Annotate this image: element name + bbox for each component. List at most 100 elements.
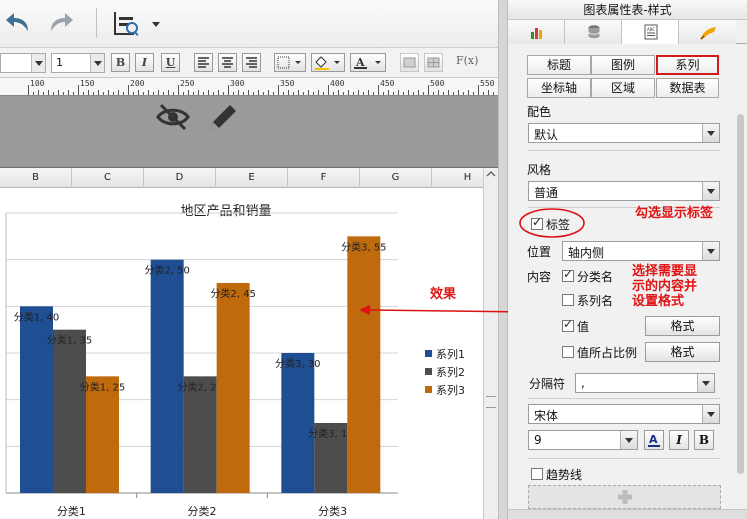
column-header-g[interactable]: G	[360, 168, 432, 188]
panel-scroll-thumb[interactable]	[737, 114, 744, 474]
undo-icon[interactable]	[4, 9, 34, 37]
font-color-button[interactable]: A	[644, 430, 664, 450]
ruler-tick	[323, 92, 324, 95]
trendline-add-area[interactable]	[528, 485, 721, 509]
ruler-tick	[453, 92, 454, 95]
tab-effects[interactable]	[679, 20, 736, 44]
tab-series[interactable]: 系列	[656, 55, 719, 75]
legend-entry: 系列2	[436, 365, 465, 379]
style-value: 普通	[534, 186, 559, 200]
value-format-button[interactable]: 格式	[645, 316, 720, 336]
style-select[interactable]: 普通	[528, 181, 720, 201]
italic-button[interactable]: I	[135, 53, 154, 72]
color-scheme-select[interactable]: 默认	[528, 123, 720, 143]
font-size-select[interactable]: 9	[528, 430, 638, 450]
eye-off-icon[interactable]	[155, 100, 191, 134]
ruler-tick	[103, 92, 104, 95]
tab-data[interactable]	[565, 20, 622, 44]
icon-tabs: ABC	[508, 20, 747, 44]
align-left-button[interactable]	[194, 53, 213, 72]
ruler-tick	[253, 92, 254, 95]
panel-splitter[interactable]	[498, 0, 508, 519]
ruler-tick	[398, 90, 399, 95]
series-name-checkbox[interactable]	[562, 294, 574, 306]
panel-scrollbar[interactable]	[733, 100, 747, 519]
column-header-e[interactable]: E	[216, 168, 288, 188]
tab-title[interactable]: 标题	[527, 55, 591, 75]
chevron-down-icon	[702, 124, 719, 142]
tab-legend[interactable]: 图例	[591, 55, 655, 75]
ruler-tick	[478, 85, 479, 95]
font-name-combo[interactable]	[0, 53, 46, 73]
ruler-tick	[183, 92, 184, 95]
data-label: 分类1, 25	[80, 380, 125, 393]
align-right-button[interactable]	[242, 53, 261, 72]
chart-preview-icon[interactable]	[110, 9, 162, 39]
column-header-d[interactable]: D	[144, 168, 216, 188]
merge-cells-button[interactable]	[400, 53, 419, 72]
separator-value: ,	[581, 376, 585, 390]
bar-chart-icon	[531, 28, 542, 39]
split-cells-button[interactable]	[424, 53, 443, 72]
align-center-button[interactable]	[218, 53, 237, 72]
brush-icon	[700, 27, 716, 40]
bar-系列1-分类3	[281, 353, 315, 493]
tab-area[interactable]: 区域	[591, 78, 655, 98]
ruler-tick	[28, 85, 29, 95]
ruler-tick	[158, 90, 159, 95]
ruler-tick	[213, 92, 214, 95]
ruler-tick	[333, 92, 334, 95]
plus-icon	[618, 490, 632, 504]
formula-button[interactable]: F(x)	[456, 54, 478, 67]
bold-button[interactable]: B	[111, 53, 130, 72]
tab-chart-type[interactable]	[508, 20, 565, 44]
redo-icon[interactable]	[47, 9, 77, 37]
align-center-icon	[222, 57, 233, 68]
column-header-f[interactable]: F	[288, 168, 360, 188]
editor-scrollbar[interactable]	[483, 168, 498, 519]
font-size-combo[interactable]: 1	[51, 53, 105, 73]
border-button[interactable]	[274, 53, 306, 72]
font-select[interactable]: 宋体	[528, 404, 720, 424]
tab-datatable[interactable]: 数据表	[656, 78, 719, 98]
divider	[528, 458, 720, 459]
bar-chart[interactable]: 地区产品和销量分类1 分类1, 40 分类1, 35 分类1, 25 分类2 分类2, 5…	[0, 188, 483, 519]
bar-系列1-分类2	[150, 259, 184, 493]
tab-axis[interactable]: 坐标轴	[527, 78, 591, 98]
ruler-label: 450	[380, 79, 395, 88]
column-header-b[interactable]: B	[0, 168, 72, 188]
fill-color-button[interactable]	[311, 53, 345, 72]
value-checkbox[interactable]	[562, 317, 574, 332]
ruler-tick	[98, 90, 99, 95]
underline-button[interactable]: U	[161, 53, 180, 72]
separator-select[interactable]: ,	[575, 373, 715, 393]
ruler-tick	[433, 92, 434, 95]
ruler-tick	[343, 92, 344, 95]
x-tick-label: 分类2	[188, 504, 217, 518]
ruler-label: 400	[330, 79, 345, 88]
percent-checkbox[interactable]	[562, 346, 574, 358]
ruler-tick	[143, 92, 144, 95]
trendline-checkbox[interactable]	[531, 468, 543, 480]
ruler-tick	[198, 90, 199, 95]
tab-style[interactable]: ABC	[622, 20, 679, 44]
percent-format-button[interactable]: 格式	[645, 342, 720, 362]
data-label: 分类1, 40	[14, 310, 59, 323]
scroll-up-icon[interactable]	[486, 168, 496, 180]
chevron-down-icon	[90, 54, 104, 72]
ruler-tick	[318, 90, 319, 95]
column-header-c[interactable]: C	[72, 168, 144, 188]
bar-系列2-分类2	[183, 376, 217, 493]
scroll-grip[interactable]	[486, 396, 496, 408]
paint-bucket-icon	[315, 56, 340, 70]
bold-button[interactable]: B	[694, 430, 714, 450]
font-color-button[interactable]: A	[350, 53, 386, 72]
category-name-checkbox[interactable]	[562, 267, 574, 282]
pencil-icon[interactable]	[205, 100, 241, 134]
italic-button[interactable]: I	[669, 430, 689, 450]
ruler-tick	[278, 85, 279, 95]
position-select[interactable]: 轴内侧	[562, 241, 720, 261]
ruler-tick	[413, 92, 414, 95]
ruler-tick	[308, 90, 309, 95]
ruler-tick	[493, 92, 494, 95]
